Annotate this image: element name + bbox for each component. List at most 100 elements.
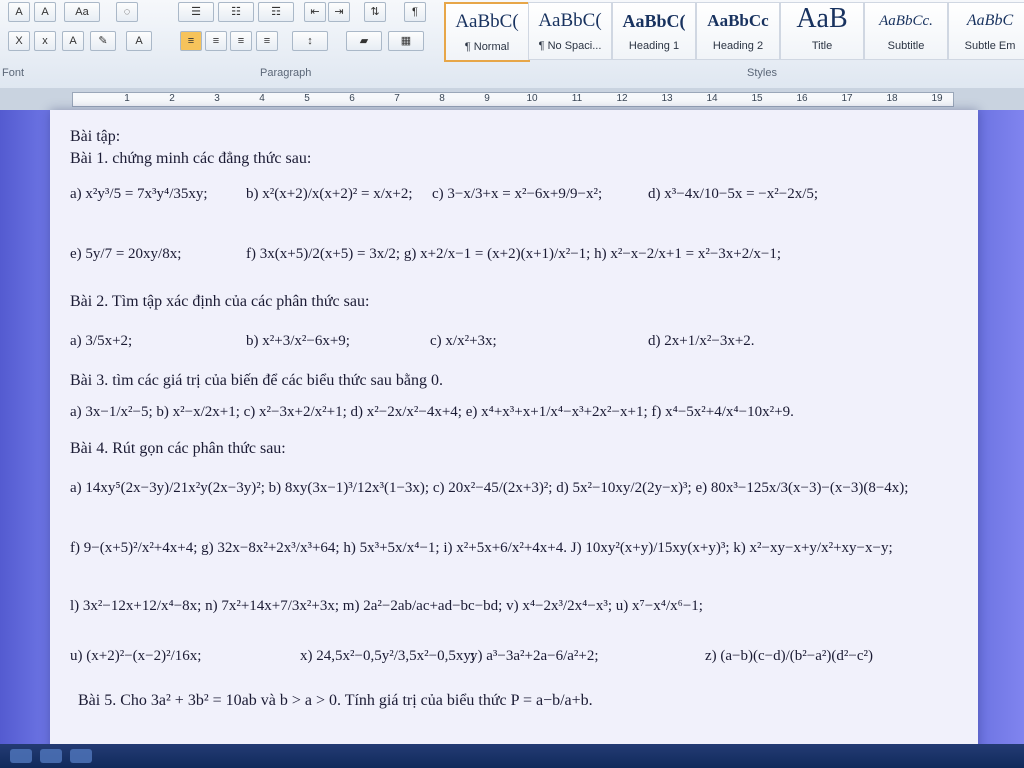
bai4-title: Bài 4. Rút gọn các phân thức sau: [70, 440, 286, 457]
ruler-tick: 12 [616, 93, 628, 104]
align-center-icon[interactable]: ≡ [205, 31, 227, 51]
style-sample-no-spacing: AaBbC( [538, 10, 602, 31]
multilevel-list-icon[interactable]: ☶ [258, 2, 294, 22]
ruler[interactable]: 1 2 3 4 5 6 7 8 9 10 11 12 13 14 15 16 1… [0, 88, 1024, 111]
bai4-problem-z: z) (a−b)(c−d)/(b²−a²)(d²−c²) [705, 648, 873, 664]
ruler-tick: 2 [169, 93, 175, 104]
ruler-tick: 7 [394, 93, 400, 104]
save-icon[interactable] [10, 749, 32, 763]
style-name-subtle-emphasis: Subtle Em [964, 40, 1016, 52]
ruler-tick: 15 [751, 93, 763, 104]
ruler-tick: 3 [214, 93, 220, 104]
ruler-tick: 11 [571, 93, 583, 104]
bai1-problem-e: e) 5y/7 = 20xy/8x; [70, 246, 182, 262]
style-sample-title: AaB [796, 7, 848, 34]
change-case-button[interactable]: Aa [64, 2, 100, 22]
ruler-tick: 13 [661, 93, 673, 104]
style-sample-subtle-emphasis: AaBbC [966, 12, 1014, 29]
line-spacing-icon[interactable]: ↕ [292, 31, 328, 51]
bai1-problem-d: d) x³−4x/10−5x = −x²−2x/5; [648, 186, 819, 202]
style-sample-heading-2: AaBbCc [707, 11, 769, 30]
shading-icon[interactable]: ▰ [346, 31, 382, 51]
bai2-problem-a: a) 3/5x+2; [70, 333, 133, 349]
bai1-problem-a: a) x²y³/5 = 7x³y⁴/35xy; [70, 186, 208, 202]
style-subtitle[interactable]: AaBbCc. Subtitle [864, 2, 948, 60]
style-subtle-emphasis[interactable]: AaBbC Subtle Em [948, 2, 1024, 60]
show-marks-icon[interactable]: ¶ [404, 2, 426, 22]
increase-indent-icon[interactable]: ⇥ [328, 2, 350, 22]
bai4-row-3: l) 3x²−12x+12/x⁴−8x; n) 7x²+14x+7/3x²+3x… [70, 598, 703, 614]
bai1-title: Bài 1. chứng minh các đẳng thức sau: [70, 150, 312, 167]
align-right-icon[interactable]: ≡ [230, 31, 252, 51]
font-group-label: Font [2, 67, 25, 79]
ruler-tick: 4 [259, 93, 265, 104]
sort-icon[interactable]: ⇅ [364, 2, 386, 22]
subscript-icon[interactable]: X [8, 31, 30, 51]
redo-icon[interactable] [70, 749, 92, 763]
bai4-problem-y: y) a³−3a²+2a−6/a²+2; [470, 648, 599, 664]
change-case-label: Aa [75, 6, 89, 18]
bai4-row-2: f) 9−(x+5)²/x²+4x+4; g) 32x−8x²+2x³/x³+6… [70, 540, 893, 556]
font-size-grow-label: A [15, 6, 23, 18]
style-no-spacing[interactable]: AaBbC( ¶ No Spaci... [528, 2, 612, 60]
numbering-icon[interactable]: ☷ [218, 2, 254, 22]
right-margin-area [978, 110, 1024, 768]
style-sample-subtitle: AaBbCc. [879, 13, 933, 29]
styles-group-label: Styles [747, 67, 777, 79]
text-effects-icon[interactable]: A [62, 31, 84, 51]
document-page[interactable]: Bài tập: Bài 1. chứng minh các đẳng thức… [50, 110, 978, 768]
clear-formatting-icon[interactable]: ◌ [116, 2, 138, 22]
ruler-tick: 17 [841, 93, 853, 104]
bai2-problem-c: c) x/x²+3x; [430, 333, 497, 349]
ruler-tick: 1 [124, 93, 130, 104]
status-bar [0, 744, 1024, 768]
bullets-icon[interactable]: ☰ [178, 2, 214, 22]
ruler-tick: 19 [931, 93, 943, 104]
decrease-indent-icon[interactable]: ⇤ [304, 2, 326, 22]
bai3-problem-row: a) 3x−1/x²−5; b) x²−x/2x+1; c) x²−3x+2/x… [70, 404, 794, 420]
justify-icon[interactable]: ≡ [256, 31, 278, 51]
style-sample-normal: AaBbC( [455, 11, 519, 32]
bai1-problem-b: b) x²(x+2)/x(x+2)² = x/x+2; [246, 186, 413, 202]
ruler-tick: 8 [439, 93, 445, 104]
subscript-label: X [15, 35, 23, 47]
style-name-title: Title [811, 40, 833, 52]
style-heading-2[interactable]: AaBbCc Heading 2 [696, 2, 780, 60]
align-left-icon[interactable]: ≡ [180, 31, 202, 51]
ruler-tick: 5 [304, 93, 310, 104]
bai5-problem: Bài 5. Cho 3a² + 3b² = 10ab và b > a > 0… [78, 692, 593, 709]
font-size-shrink-label: A [41, 6, 49, 18]
style-title[interactable]: AaB Title [780, 2, 864, 60]
ruler-tick: 18 [886, 93, 898, 104]
ruler-tick: 6 [349, 93, 355, 104]
style-normal[interactable]: AaBbC( ¶ Normal [444, 2, 530, 62]
borders-icon[interactable]: ▦ [388, 31, 424, 51]
font-size-shrink-icon[interactable]: A [34, 2, 56, 22]
font-size-grow-icon[interactable]: A [8, 2, 30, 22]
ruler-tick: 10 [526, 93, 538, 104]
style-name-heading-1: Heading 1 [628, 40, 680, 52]
bai4-problem-u: u) (x+2)²−(x−2)²/16x; [70, 648, 202, 664]
ruler-tick: 16 [796, 93, 808, 104]
left-margin-area [0, 110, 50, 768]
superscript-icon[interactable]: x [34, 31, 56, 51]
style-heading-1[interactable]: AaBbC( Heading 1 [612, 2, 696, 60]
style-name-normal: ¶ Normal [464, 41, 510, 53]
style-name-subtitle: Subtitle [887, 40, 925, 52]
ruler-tick: 14 [706, 93, 718, 104]
document-content[interactable]: Bài tập: Bài 1. chứng minh các đẳng thức… [50, 110, 978, 768]
font-color-icon[interactable]: A [126, 31, 152, 51]
bai4-problem-x: x) 24,5x²−0,5y²/3,5x²−0,5xy; [300, 648, 475, 664]
ruler-track [72, 92, 954, 107]
bai4-row-1: a) 14xy⁵(2x−3y)/21x²y(2x−3y)²; b) 8xy(3x… [70, 480, 909, 496]
highlight-color-icon[interactable]: ✎ [90, 31, 116, 51]
paragraph-group-label: Paragraph [260, 67, 312, 79]
style-sample-heading-1: AaBbC( [622, 11, 686, 31]
bai2-title: Bài 2. Tìm tập xác định của các phân thứ… [70, 293, 370, 310]
style-name-no-spacing: ¶ No Spaci... [538, 40, 602, 52]
undo-icon[interactable] [40, 749, 62, 763]
ribbon: A A Aa ◌ X x A ✎ A ≡ ≡ ≡ ≡ ↕ ▰ ▦ ☰ ☷ ☶ ⇤… [0, 0, 1024, 89]
styles-gallery: AaBbC( ¶ Normal AaBbC( ¶ No Spaci... AaB… [444, 0, 1024, 62]
superscript-label: x [42, 35, 48, 47]
bai2-problem-b: b) x²+3/x²−6x+9; [246, 333, 350, 349]
